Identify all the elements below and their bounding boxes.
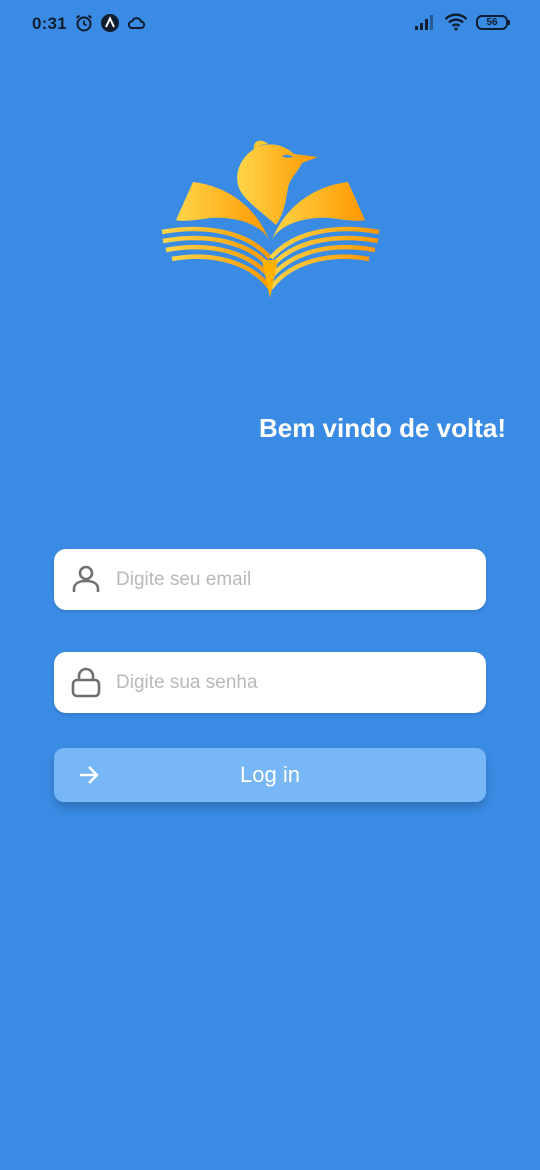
status-bar: 0:31 56 [0, 0, 540, 48]
alarm-icon [75, 14, 93, 32]
phoenix-book-logo [161, 140, 380, 298]
login-button[interactable]: Log in [54, 748, 486, 802]
email-input[interactable] [116, 549, 466, 610]
battery-level: 56 [486, 16, 498, 28]
app-notification-icon [101, 14, 119, 32]
user-icon [72, 565, 100, 592]
login-button-label: Log in [240, 762, 300, 787]
welcome-heading: Bem vindo de volta! [258, 413, 506, 443]
password-field[interactable] [54, 652, 486, 713]
cloud-icon [127, 17, 146, 29]
email-field[interactable] [54, 549, 486, 610]
wifi-icon [444, 13, 468, 31]
lock-icon [71, 667, 101, 698]
status-system-icons: 56 [414, 13, 510, 31]
password-input[interactable] [116, 652, 466, 713]
status-time: 0:31 [32, 14, 67, 33]
status-notification-icons [74, 13, 146, 33]
battery-icon: 56 [476, 14, 510, 30]
signal-icon [415, 15, 433, 30]
